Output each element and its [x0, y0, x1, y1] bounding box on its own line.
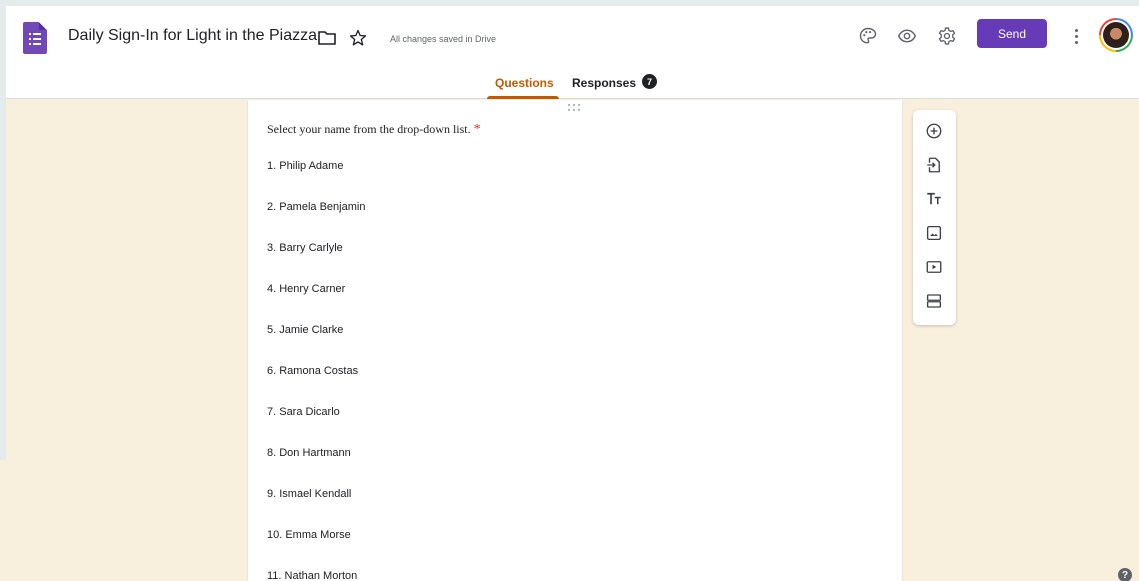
responses-count-badge: 7 [642, 74, 657, 89]
dropdown-option[interactable]: 7. Sara Dicarlo [267, 406, 340, 418]
header: Daily Sign-In for Light in the Piazza Al… [6, 6, 1139, 99]
folder-icon[interactable] [318, 31, 336, 45]
save-status: All changes saved in Drive [390, 34, 497, 44]
dropdown-option[interactable]: 6. Ramona Costas [267, 365, 358, 377]
eye-icon[interactable] [895, 24, 919, 48]
add-question-icon[interactable] [924, 121, 944, 141]
dropdown-option[interactable]: 10. Emma Morse [267, 529, 351, 541]
tab-questions[interactable]: Questions [495, 76, 554, 90]
dropdown-option[interactable]: 1. Philip Adame [267, 160, 343, 172]
tab-questions-indicator [487, 96, 559, 99]
more-vert-icon[interactable] [1068, 24, 1084, 48]
gear-icon[interactable] [935, 24, 959, 48]
question-title[interactable]: Select your name from the drop-down list… [267, 122, 481, 138]
dropdown-option[interactable]: 2. Pamela Benjamin [267, 201, 365, 213]
import-questions-icon[interactable] [924, 155, 944, 175]
send-button[interactable]: Send [977, 19, 1047, 48]
dropdown-option[interactable]: 11. Nathan Morton [267, 570, 357, 581]
dropdown-option[interactable]: 4. Henry Carner [267, 283, 345, 295]
document-title[interactable]: Daily Sign-In for Light in the Piazza [68, 27, 317, 45]
dropdown-option[interactable]: 9. Ismael Kendall [267, 488, 351, 500]
avatar[interactable] [1099, 18, 1133, 52]
add-video-icon[interactable] [924, 257, 944, 277]
question-card[interactable]: Select your name from the drop-down list… [248, 100, 902, 581]
help-icon[interactable]: ? [1118, 568, 1132, 581]
tab-responses[interactable]: Responses [572, 76, 636, 90]
question-toolbar [913, 110, 956, 325]
add-image-icon[interactable] [924, 223, 944, 243]
dropdown-option[interactable]: 5. Jamie Clarke [267, 324, 343, 336]
dropdown-option[interactable]: 3. Barry Carlyle [267, 242, 343, 254]
dropdown-option[interactable]: 8. Don Hartmann [267, 447, 351, 459]
add-section-icon[interactable] [924, 291, 944, 311]
palette-icon[interactable] [856, 24, 880, 48]
question-title-text: Select your name from the drop-down list… [267, 122, 471, 136]
required-marker: * [473, 122, 481, 137]
forms-logo-icon[interactable] [23, 22, 47, 54]
star-icon[interactable] [348, 28, 368, 48]
drag-handle-icon[interactable] [568, 104, 582, 112]
add-title-icon[interactable] [924, 189, 944, 209]
